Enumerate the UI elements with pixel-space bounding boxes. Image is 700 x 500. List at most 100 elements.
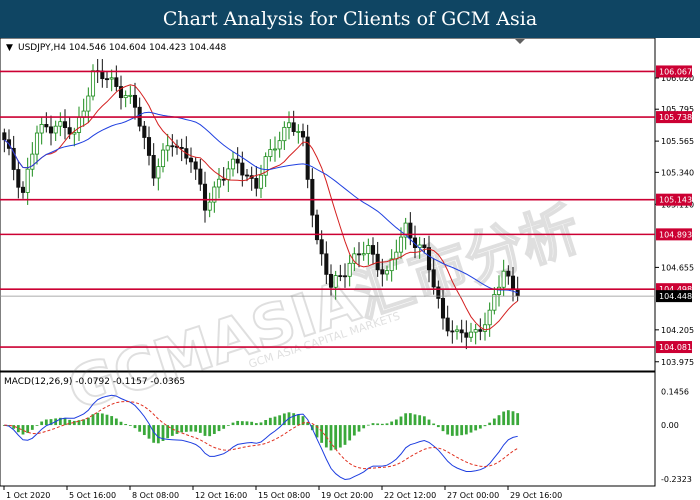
macd-histogram-bar: [464, 425, 468, 435]
macd-histogram-bar: [142, 425, 146, 436]
macd-histogram-bar: [320, 425, 324, 443]
candle-body: [426, 247, 432, 271]
macd-histogram-bar: [44, 419, 48, 426]
chart-banner-title: Chart Analysis for Clients of GCM Asia: [0, 0, 700, 38]
macd-histogram-bar: [427, 419, 431, 426]
time-tick-label: 19 Oct 20:00: [321, 491, 373, 500]
price-tick-label: 103.975: [661, 358, 694, 367]
macd-histogram-bar: [362, 425, 366, 429]
macd-histogram-bar: [511, 411, 515, 426]
candle-body: [356, 253, 362, 256]
macd-histogram-bar: [110, 416, 114, 426]
candle-body: [179, 147, 184, 150]
candle-body: [454, 329, 460, 332]
candle-body: [221, 178, 226, 181]
usdjpy-h4-chart[interactable]: GCMASIA汇市分析 GCM ASIA CAPITAL MARKETS 106…: [0, 38, 700, 500]
candle-body: [76, 116, 82, 133]
macd-histogram-bar: [147, 425, 151, 439]
candle-body: [328, 273, 334, 288]
candle-body: [422, 244, 427, 249]
candle-body: [44, 124, 49, 128]
candle-body: [314, 214, 320, 241]
macd-histogram-bar: [278, 415, 282, 426]
candle-body: [20, 186, 26, 193]
candle-body: [230, 158, 236, 170]
candle-body: [48, 126, 54, 134]
price-header: USDJPY,H4 104.546 104.604 104.423 104.44…: [18, 43, 227, 53]
current-price-label: 104.448: [659, 292, 692, 301]
candle-body: [146, 137, 152, 156]
macd-histogram-bar: [366, 424, 370, 426]
time-tick-label: 12 Oct 16:00: [195, 491, 247, 500]
macd-histogram-bar: [245, 421, 249, 426]
macd-histogram-bar: [446, 425, 450, 435]
candle-body: [165, 145, 170, 151]
macd-histogram-bar: [194, 425, 198, 432]
macd-histogram-bar: [273, 416, 277, 426]
candle-body: [478, 329, 483, 332]
candle-body: [104, 78, 110, 81]
candle-body: [296, 131, 301, 133]
candle-body: [286, 122, 292, 128]
macd-histogram-bar: [128, 425, 132, 426]
candle-body: [160, 149, 166, 168]
macd-histogram-bar: [408, 413, 412, 426]
macd-histogram-bar: [380, 423, 384, 426]
candle-body: [319, 239, 324, 255]
time-tick-label: 15 Oct 08:00: [258, 491, 310, 500]
macd-histogram-bar: [212, 425, 216, 434]
candle-body: [300, 131, 306, 138]
candle-body: [380, 269, 385, 275]
macd-histogram-bar: [138, 425, 142, 432]
candle-body: [2, 132, 7, 141]
macd-tick-label: 0.00: [661, 421, 679, 430]
macd-histogram-bar: [184, 425, 188, 432]
candle-body: [216, 178, 222, 188]
macd-histogram-bar: [250, 421, 254, 426]
candle-body: [324, 253, 329, 275]
macd-histogram-bar: [156, 425, 160, 444]
macd-histogram-bar: [119, 421, 123, 426]
candle-body: [193, 161, 198, 170]
macd-histogram-bar: [217, 425, 221, 432]
candle-body: [468, 331, 474, 338]
macd-histogram-bar: [124, 423, 128, 426]
candle-body: [53, 125, 58, 134]
macd-histogram-bar: [240, 421, 244, 426]
macd-histogram-bar: [26, 425, 30, 433]
candle-body: [109, 77, 114, 80]
macd-histogram-bar: [488, 422, 492, 426]
macd-tick-label: -0.2323: [661, 475, 692, 484]
level-label: 106.067: [659, 67, 692, 76]
price-tick-label: 105.565: [661, 137, 694, 146]
level-label: 104.081: [659, 343, 692, 352]
macd-histogram-bar: [30, 425, 34, 430]
macd-histogram-bar: [497, 415, 501, 426]
macd-histogram-bar: [203, 425, 207, 436]
candle-body: [272, 148, 278, 151]
macd-histogram-bar: [324, 425, 328, 448]
candle-body: [132, 94, 138, 108]
macd-histogram-bar: [357, 425, 361, 432]
macd-histogram-bar: [329, 425, 333, 451]
macd-histogram-bar: [352, 425, 356, 436]
candle-body: [510, 275, 516, 290]
macd-histogram-bar: [343, 425, 347, 445]
price-tick-label: 105.340: [661, 168, 694, 177]
macd-histogram-bar: [432, 423, 436, 426]
macd-histogram-bar: [68, 419, 72, 426]
macd-histogram-bar: [455, 425, 459, 436]
candle-body: [198, 168, 203, 185]
candle-body: [151, 155, 156, 179]
candle-body: [459, 329, 464, 334]
macd-header: MACD(12,26,9) -0.0792 -0.1157 -0.0365: [4, 377, 185, 387]
candle-body: [207, 201, 212, 211]
level-label: 105.738: [659, 113, 692, 122]
macd-histogram-bar: [268, 417, 272, 426]
macd-histogram-bar: [40, 421, 44, 426]
macd-histogram-bar: [208, 425, 212, 437]
macd-histogram-bar: [516, 413, 520, 426]
candle-body: [235, 158, 240, 164]
macd-histogram-bar: [478, 425, 482, 429]
time-tick-label: 8 Oct 08:00: [132, 491, 179, 500]
